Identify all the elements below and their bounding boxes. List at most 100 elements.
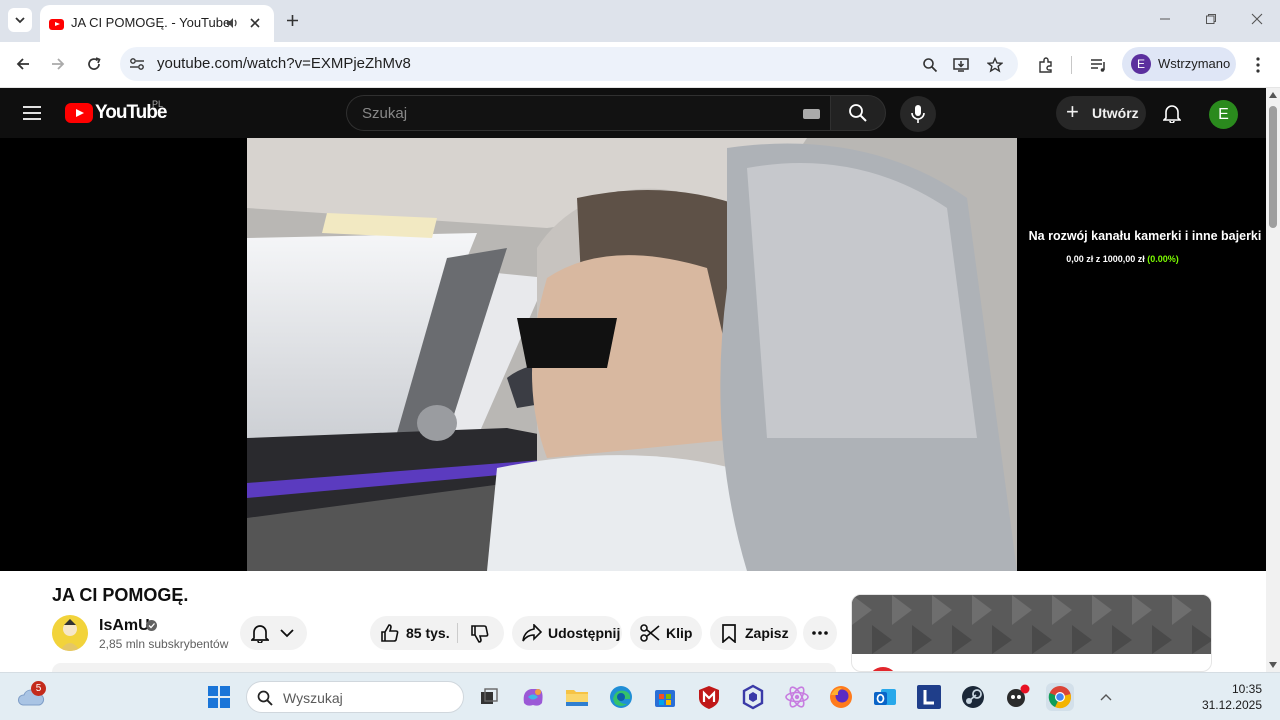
country-code: PL <box>152 99 164 109</box>
search-placeholder: Szukaj <box>362 105 408 122</box>
tab-title: JA CI POMOGĘ. - YouTube <box>71 15 231 30</box>
copilot-icon[interactable] <box>519 683 547 711</box>
like-button[interactable]: 85 tys. <box>370 616 457 650</box>
microsoft-store-icon[interactable] <box>651 683 679 711</box>
speaker-icon[interactable] <box>223 14 241 32</box>
extensions-puzzle-icon[interactable] <box>1035 54 1057 76</box>
reload-icon[interactable] <box>83 53 105 75</box>
youtube-favicon-icon <box>49 19 64 30</box>
share-label: Udostępnij <box>548 625 621 641</box>
site-info-tune-icon[interactable] <box>128 55 146 73</box>
hamburger-menu-icon[interactable] <box>20 101 44 125</box>
taskbar-clock-date[interactable]: 31.12.2025 <box>1180 698 1262 712</box>
youtube-logo[interactable]: YouTube PL <box>65 99 167 123</box>
taskbar-clock-time[interactable]: 10:35 <box>1180 682 1262 696</box>
install-app-icon[interactable] <box>952 55 972 75</box>
security-hexagon-icon[interactable] <box>739 683 767 711</box>
youtube-play-logo-icon <box>65 103 93 123</box>
page-scrollbar[interactable] <box>1266 88 1280 672</box>
firefox-icon[interactable] <box>827 683 855 711</box>
address-bar[interactable]: youtube.com/watch?v=EXMPjeZhMv8 <box>120 47 1018 81</box>
dislike-button[interactable] <box>458 616 504 650</box>
bookmark-star-icon[interactable] <box>985 55 1005 75</box>
chrome-icon[interactable] <box>1046 683 1074 711</box>
restore-icon[interactable] <box>1202 10 1220 28</box>
save-button[interactable]: Zapisz <box>710 616 797 650</box>
video-player[interactable]: Na rozwój kanału kamerki i inne bajerki … <box>0 138 1266 571</box>
create-label: Utwórz <box>1092 105 1139 121</box>
browser-toolbar: youtube.com/watch?v=EXMPjeZhMv8 E Wstrzy… <box>0 42 1280 88</box>
channel-avatar[interactable] <box>52 615 88 651</box>
subscriber-count: 2,85 mln subskrybentów <box>99 637 229 651</box>
donation-percent: (0.00%) <box>1147 254 1179 264</box>
voice-search-button[interactable] <box>900 96 936 132</box>
steam-icon[interactable] <box>959 683 987 711</box>
scroll-down-arrow-icon[interactable] <box>1268 660 1278 670</box>
like-count: 85 tys. <box>406 625 450 641</box>
profile-chip[interactable]: E Wstrzymano <box>1122 47 1236 81</box>
edge-browser-icon[interactable] <box>607 683 635 711</box>
close-window-icon[interactable] <box>1248 10 1266 28</box>
l-app-icon[interactable] <box>915 683 943 711</box>
account-avatar[interactable]: E <box>1209 100 1238 129</box>
browser-menu-dots-icon[interactable] <box>1248 54 1268 76</box>
share-button[interactable]: Udostępnij <box>512 616 622 650</box>
subscription-bell-button[interactable] <box>240 616 307 650</box>
forward-arrow-icon[interactable] <box>47 53 69 75</box>
channel-name[interactable]: IsAmU <box>99 617 150 635</box>
bell-icon <box>251 625 269 643</box>
youtube-header: YouTube PL Szukaj + Utwórz E <box>0 88 1266 138</box>
new-tab-plus-icon[interactable] <box>282 10 302 30</box>
clip-button[interactable]: Klip <box>630 616 702 650</box>
app-notification-icon[interactable] <box>1003 683 1031 711</box>
plus-icon: + <box>1066 99 1079 124</box>
thumbs-up-icon <box>381 624 399 642</box>
weather-notification-badge: 5 <box>31 681 46 696</box>
create-button[interactable]: + Utwórz <box>1056 96 1146 130</box>
sidebar-promo-card[interactable] <box>851 594 1212 672</box>
zoom-magnifier-icon[interactable] <box>920 55 940 75</box>
file-explorer-icon[interactable] <box>563 683 591 711</box>
profile-status-label: Wstrzymano <box>1158 56 1231 71</box>
scrollbar-thumb[interactable] <box>1269 106 1277 228</box>
close-tab-icon[interactable] <box>246 14 264 32</box>
browser-tab-youtube[interactable]: JA CI POMOGĘ. - YouTube <box>40 5 274 42</box>
search-icon <box>849 104 867 122</box>
thumbs-down-icon <box>471 625 489 643</box>
search-button[interactable] <box>830 95 886 131</box>
react-atom-icon[interactable] <box>783 683 811 711</box>
taskbar-search-icon <box>257 690 273 706</box>
keyboard-icon[interactable] <box>803 109 820 119</box>
like-dislike-group: 85 tys. <box>370 616 504 650</box>
more-horizontal-icon <box>812 631 828 635</box>
profile-avatar: E <box>1131 54 1151 74</box>
url-text[interactable]: youtube.com/watch?v=EXMPjeZhMv8 <box>157 55 411 72</box>
bookmark-icon <box>722 624 736 643</box>
mcafee-icon[interactable] <box>695 683 723 711</box>
outlook-icon[interactable] <box>871 683 899 711</box>
task-view-icon[interactable] <box>475 683 503 711</box>
windows-start-icon[interactable] <box>206 684 232 710</box>
tab-search-chevron-icon[interactable] <box>8 8 32 32</box>
media-controls-icon[interactable] <box>1088 54 1110 76</box>
donation-amount-text: 0,00 zł z 1000,00 zł <box>1066 254 1145 264</box>
back-arrow-icon[interactable] <box>12 53 34 75</box>
video-frame-image[interactable] <box>247 138 1017 571</box>
video-title: JA CI POMOGĘ. <box>52 585 189 605</box>
chevron-up-icon[interactable] <box>1098 689 1114 705</box>
video-info-section: JA CI POMOGĘ. IsAmU 2,85 mln subskrybent… <box>0 571 1266 672</box>
taskbar-search-input[interactable]: Wyszukaj <box>246 681 464 713</box>
notifications-bell-icon[interactable] <box>1160 101 1184 125</box>
windows-taskbar: 5 Wyszukaj 10:35 31.12.2025 <box>0 672 1280 720</box>
scroll-up-arrow-icon[interactable] <box>1268 90 1278 100</box>
verified-badge-icon <box>145 619 157 631</box>
share-arrow-icon <box>522 624 542 642</box>
clip-label: Klip <box>666 625 693 641</box>
more-actions-button[interactable] <box>803 616 837 650</box>
browser-tab-strip: JA CI POMOGĘ. - YouTube <box>0 0 1280 42</box>
search-input[interactable]: Szukaj <box>346 95 830 131</box>
description-box[interactable] <box>52 663 836 672</box>
taskbar-search-placeholder: Wyszukaj <box>283 690 343 706</box>
minimize-icon[interactable] <box>1156 10 1174 28</box>
save-label: Zapisz <box>745 625 789 641</box>
